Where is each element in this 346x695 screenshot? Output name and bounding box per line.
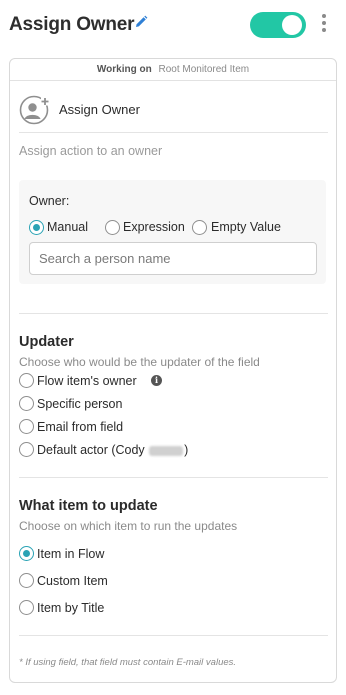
- updater-default-actor-label: Default actor (Cody ): [37, 443, 188, 457]
- updater-flow-owner-label: Flow item's owner: [37, 374, 137, 388]
- add-user-icon: [19, 95, 49, 125]
- action-panel: Working on Root Monitored Item Assign Ow…: [9, 58, 337, 683]
- owner-expression-label: Expression: [123, 220, 185, 234]
- updater-subtitle: Choose who would be the updater of the f…: [19, 355, 260, 369]
- default-actor-suffix: ): [184, 443, 189, 457]
- target-title: What item to update: [19, 498, 158, 514]
- working-on-value: Root Monitored Item: [158, 64, 250, 75]
- owner-empty-value-label: Empty Value: [211, 220, 281, 234]
- toggle-knob: [282, 15, 302, 35]
- owner-label: Owner:: [29, 194, 70, 208]
- divider: [19, 477, 328, 478]
- redacted-name: [149, 445, 184, 456]
- action-label: Assign Owner: [59, 102, 140, 117]
- working-on-label: Working on: [96, 64, 152, 75]
- person-search-input[interactable]: [29, 242, 317, 275]
- edit-pencil-icon[interactable]: [134, 15, 148, 29]
- owner-empty-value-radio[interactable]: [192, 220, 207, 235]
- target-subtitle: Choose on which item to run the updates: [19, 519, 238, 533]
- divider: [19, 313, 328, 314]
- owner-section: Owner: Manual Expression Empty Value: [19, 180, 326, 284]
- updater-flow-owner-radio[interactable]: [19, 373, 34, 388]
- action-description: Assign action to an owner: [19, 144, 163, 158]
- owner-manual-label: Manual: [47, 220, 88, 234]
- enable-toggle[interactable]: [250, 12, 306, 38]
- info-icon[interactable]: i: [151, 375, 162, 386]
- default-actor-text: Default actor (Cody: [37, 443, 145, 457]
- updater-email-field-radio[interactable]: [19, 419, 34, 434]
- updater-title: Updater: [19, 334, 74, 350]
- divider: [19, 132, 328, 133]
- header: Assign Owner: [0, 0, 346, 52]
- owner-manual-radio[interactable]: [29, 220, 44, 235]
- action-row: Assign Owner: [19, 95, 329, 127]
- divider: [19, 635, 328, 636]
- updater-default-actor-radio[interactable]: [19, 442, 34, 457]
- owner-expression-radio[interactable]: [105, 220, 120, 235]
- updater-specific-person-label: Specific person: [37, 397, 123, 411]
- target-item-in-flow-label: Item in Flow: [37, 547, 105, 561]
- target-item-by-title-radio[interactable]: [19, 600, 34, 615]
- updater-email-field-label: Email from field: [37, 420, 124, 434]
- target-item-in-flow-radio[interactable]: [19, 546, 34, 561]
- working-on-bar: Working on Root Monitored Item: [10, 59, 336, 81]
- target-custom-item-radio[interactable]: [19, 573, 34, 588]
- page-title: Assign Owner: [9, 14, 135, 35]
- target-item-by-title-label: Item by Title: [37, 601, 105, 615]
- updater-specific-person-radio[interactable]: [19, 396, 34, 411]
- footnote: * If using field, that field must contai…: [19, 657, 237, 668]
- target-custom-item-label: Custom Item: [37, 574, 108, 588]
- more-options-icon[interactable]: [318, 14, 330, 36]
